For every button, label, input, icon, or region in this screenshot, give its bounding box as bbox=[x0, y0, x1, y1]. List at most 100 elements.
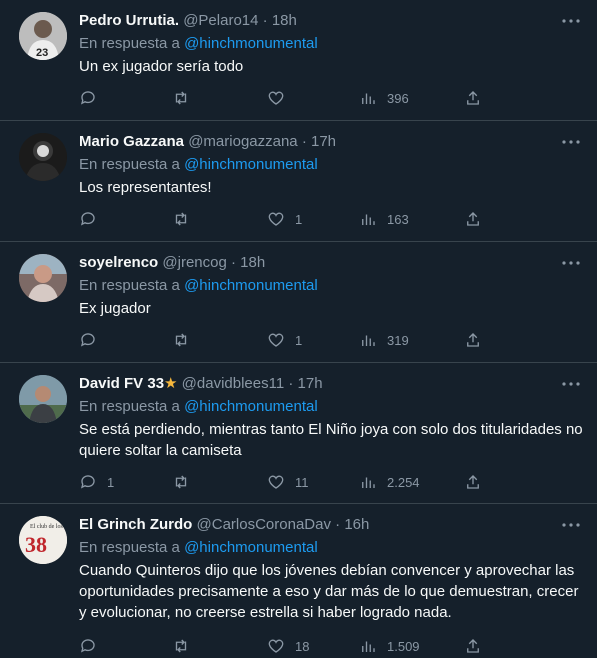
share-icon bbox=[467, 333, 479, 347]
avatar[interactable]: El club de los 38 bbox=[19, 516, 67, 564]
like-button[interactable] bbox=[267, 86, 359, 110]
reply-mention-link[interactable]: @hinchmonumental bbox=[184, 539, 318, 556]
share-button[interactable] bbox=[464, 86, 482, 110]
avatar-small-text: El club de los bbox=[30, 524, 63, 530]
timestamp[interactable]: 16h bbox=[344, 516, 369, 533]
views-button[interactable]: 319 bbox=[359, 328, 464, 352]
reply-icon bbox=[80, 91, 95, 105]
reply-context: En respuesta a @hinchmonumental bbox=[79, 538, 585, 558]
more-options-icon[interactable] bbox=[559, 11, 583, 31]
reply-mention-link[interactable]: @hinchmonumental bbox=[184, 277, 318, 294]
share-button[interactable] bbox=[464, 207, 482, 231]
timestamp[interactable]: 17h bbox=[298, 375, 323, 392]
views-chart-icon bbox=[362, 641, 375, 652]
author-name[interactable]: Mario Gazzana bbox=[79, 133, 184, 150]
like-button[interactable]: 11 bbox=[267, 470, 359, 494]
action-bar: 1 11 2.254 bbox=[79, 470, 585, 494]
reply-button[interactable] bbox=[79, 86, 172, 110]
share-button[interactable] bbox=[464, 470, 482, 494]
like-button[interactable]: 1 bbox=[267, 328, 359, 352]
action-bar: 18 1.509 bbox=[79, 634, 585, 658]
like-button[interactable]: 1 bbox=[267, 207, 359, 231]
reply-mention-link[interactable]: @hinchmonumental bbox=[184, 35, 318, 52]
reply-prefix: En respuesta a bbox=[79, 539, 180, 556]
more-options-icon[interactable] bbox=[559, 374, 583, 394]
views-chart-icon bbox=[362, 214, 375, 225]
reply-button[interactable]: 1 bbox=[79, 470, 172, 494]
avatar[interactable] bbox=[19, 254, 67, 302]
reply-context: En respuesta a @hinchmonumental bbox=[79, 34, 585, 54]
tweet[interactable]: Mario Gazzana @mariogazzana · 17h En res… bbox=[0, 121, 597, 242]
author-name[interactable]: Pedro Urrutia. bbox=[79, 12, 179, 29]
reply-mention-link[interactable]: @hinchmonumental bbox=[184, 156, 318, 173]
retweet-button[interactable] bbox=[172, 634, 267, 658]
tweet[interactable]: 23 Pedro Urrutia. @Pelaro14 · 18h En res… bbox=[0, 0, 597, 121]
reply-button[interactable] bbox=[79, 634, 172, 658]
retweet-button[interactable] bbox=[172, 207, 267, 231]
author-handle[interactable]: @jrencog bbox=[162, 254, 226, 271]
like-count: 18 bbox=[295, 638, 310, 654]
more-options-icon[interactable] bbox=[559, 253, 583, 273]
timestamp[interactable]: 17h bbox=[311, 133, 336, 150]
more-options-icon[interactable] bbox=[559, 515, 583, 535]
tweet-text: Ex jugador bbox=[79, 300, 151, 317]
views-chart-icon bbox=[362, 335, 375, 346]
svg-text:23: 23 bbox=[36, 47, 48, 59]
views-count: 2.254 bbox=[387, 474, 420, 490]
reply-button[interactable] bbox=[79, 328, 172, 352]
author-name[interactable]: soyelrenco bbox=[79, 254, 158, 271]
reply-icon bbox=[80, 333, 95, 347]
heart-icon bbox=[268, 91, 284, 105]
author-handle[interactable]: @mariogazzana bbox=[188, 133, 297, 150]
avatar[interactable] bbox=[19, 133, 67, 181]
views-count: 396 bbox=[387, 90, 409, 106]
author-handle[interactable]: @davidblees11 bbox=[182, 375, 285, 392]
retweet-button[interactable] bbox=[172, 328, 267, 352]
like-button[interactable]: 18 bbox=[267, 634, 359, 658]
author-handle[interactable]: @Pelaro14 bbox=[183, 12, 258, 29]
timestamp[interactable]: 18h bbox=[240, 254, 265, 271]
retweet-icon bbox=[175, 475, 187, 489]
timestamp[interactable]: 18h bbox=[272, 12, 297, 29]
views-button[interactable]: 396 bbox=[359, 86, 464, 110]
tweet[interactable]: El club de los 38 El Grinch Zurdo @Carlo… bbox=[0, 504, 597, 654]
reply-context: En respuesta a @hinchmonumental bbox=[79, 397, 585, 417]
reply-prefix: En respuesta a bbox=[79, 277, 180, 294]
views-button[interactable]: 163 bbox=[359, 207, 464, 231]
heart-icon bbox=[268, 333, 284, 347]
author-name[interactable]: El Grinch Zurdo bbox=[79, 516, 192, 533]
share-button[interactable] bbox=[464, 328, 482, 352]
reply-button[interactable] bbox=[79, 207, 172, 231]
like-count: 1 bbox=[295, 332, 303, 348]
heart-icon bbox=[268, 212, 284, 226]
views-count: 163 bbox=[387, 211, 409, 227]
action-bar: 396 bbox=[79, 86, 585, 110]
reply-icon bbox=[80, 639, 95, 653]
retweet-button[interactable] bbox=[172, 470, 267, 494]
views-count: 1.509 bbox=[387, 638, 420, 654]
share-icon bbox=[467, 212, 479, 226]
action-bar: 1 319 bbox=[79, 328, 585, 352]
tweet-text: Se está perdiendo, mientras tanto El Niñ… bbox=[79, 421, 583, 459]
retweet-icon bbox=[175, 212, 187, 226]
reply-mention-link[interactable]: @hinchmonumental bbox=[184, 398, 318, 415]
author-handle[interactable]: @CarlosCoronaDav bbox=[197, 516, 331, 533]
like-count: 1 bbox=[295, 211, 303, 227]
reply-prefix: En respuesta a bbox=[79, 35, 180, 52]
share-button[interactable] bbox=[464, 634, 482, 658]
tweet[interactable]: David FV 33★ @davidblees11 · 17h En resp… bbox=[0, 363, 597, 504]
retweet-icon bbox=[175, 333, 187, 347]
separator-dot: · bbox=[262, 12, 268, 29]
avatar[interactable]: 23 bbox=[19, 12, 67, 60]
more-options-icon[interactable] bbox=[559, 132, 583, 152]
reply-context: En respuesta a @hinchmonumental bbox=[79, 155, 585, 175]
avatar[interactable] bbox=[19, 375, 67, 423]
retweet-button[interactable] bbox=[172, 86, 267, 110]
separator-dot: · bbox=[301, 133, 307, 150]
author-name[interactable]: David FV 33 bbox=[79, 375, 164, 392]
views-button[interactable]: 1.509 bbox=[359, 634, 464, 658]
views-button[interactable]: 2.254 bbox=[359, 470, 464, 494]
views-count: 319 bbox=[387, 332, 409, 348]
share-icon bbox=[467, 91, 479, 105]
tweet[interactable]: soyelrenco @jrencog · 18h En respuesta a… bbox=[0, 242, 597, 363]
